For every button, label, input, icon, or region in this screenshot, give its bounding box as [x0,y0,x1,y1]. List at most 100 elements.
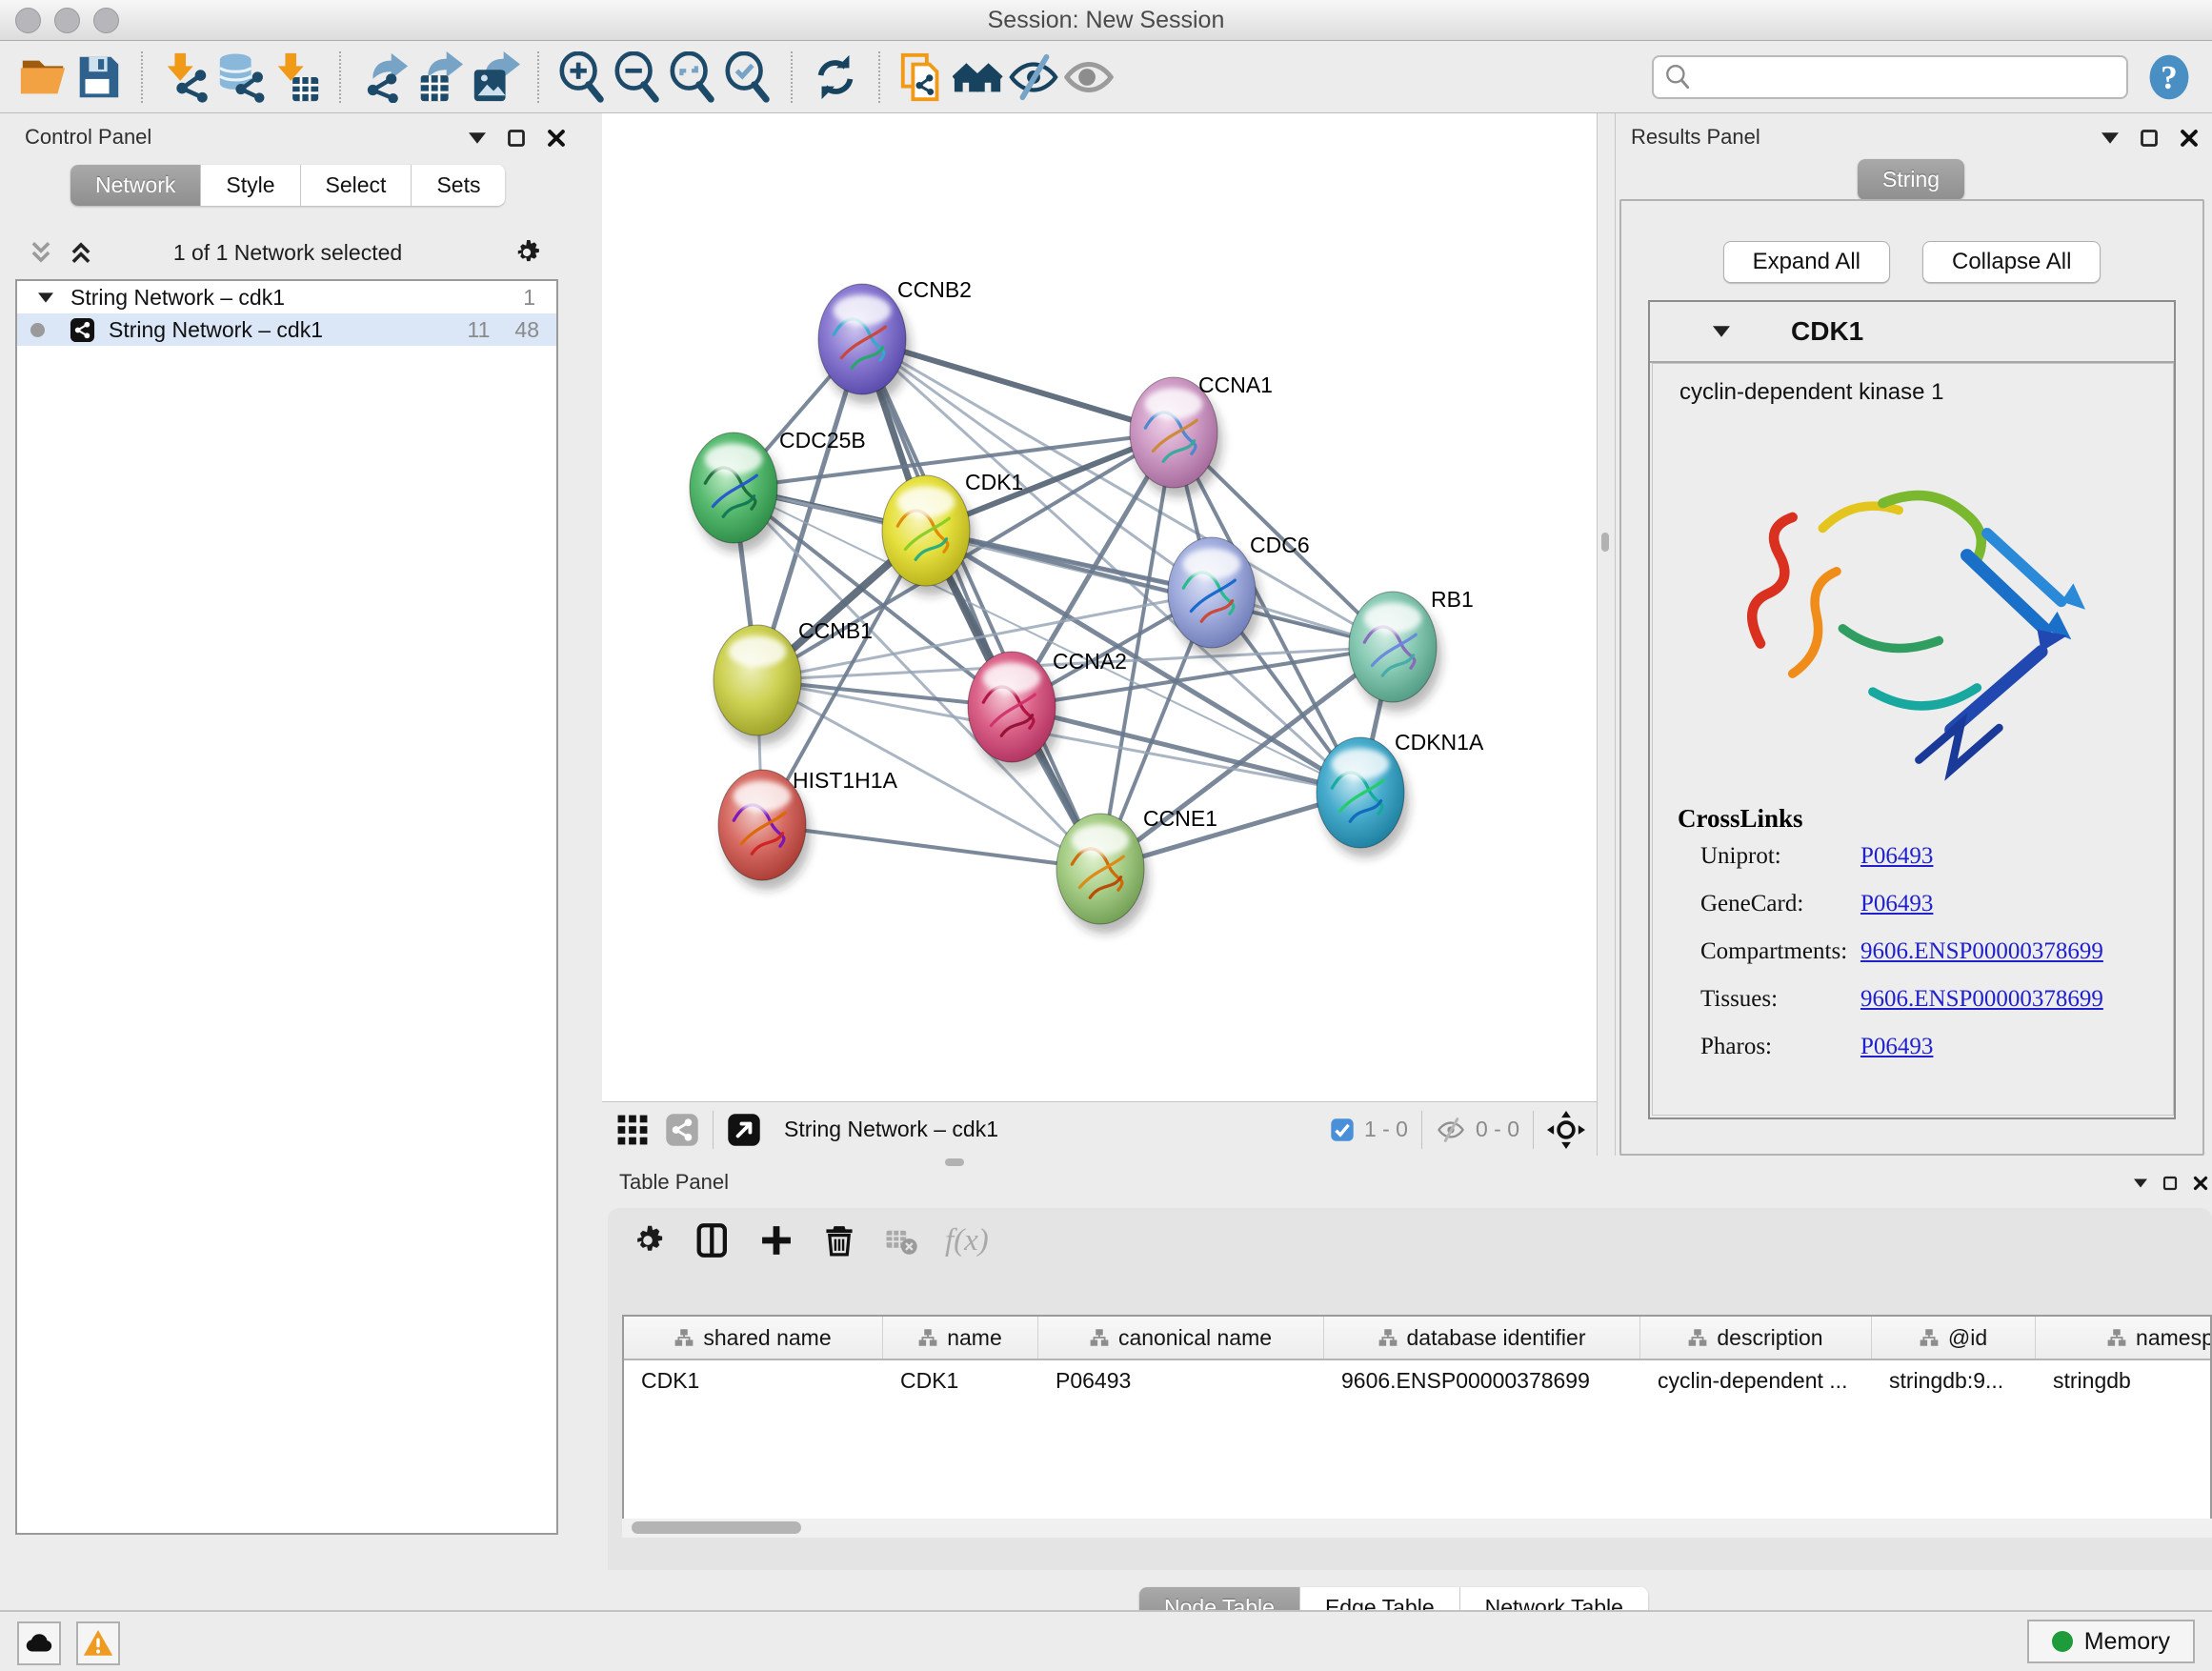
edge-CCNB2-CCNE1[interactable] [862,339,1100,869]
tab-select[interactable]: Select [301,165,412,206]
import-table-file-button[interactable] [269,49,324,106]
node-CCNA1[interactable]: CCNA1 [1130,372,1273,497]
save-session-button[interactable] [70,49,126,106]
svg-text:?: ? [2161,59,2178,96]
show-glass-button[interactable] [1061,49,1116,106]
zoom-in-button[interactable] [554,49,610,106]
tab-sets[interactable]: Sets [412,165,505,206]
save-icon [72,51,124,103]
add-column-icon[interactable] [758,1222,794,1258]
panel-close-icon[interactable] [2180,129,2199,148]
column-header-canonical-name[interactable]: canonical name [1038,1317,1324,1359]
show-columns-icon[interactable] [694,1221,732,1259]
tree-expander-icon[interactable] [38,292,53,303]
node-RB1[interactable]: RB1 [1349,587,1474,712]
cloud-status-button[interactable] [17,1621,61,1665]
apply-layout-button[interactable] [808,49,863,106]
panel-float-icon[interactable] [507,129,526,148]
panel-close-icon[interactable] [2193,1176,2208,1191]
export-network-button[interactable] [356,49,412,106]
column-header-description[interactable]: description [1640,1317,1872,1359]
panel-close-icon[interactable] [547,129,566,148]
clone-network-button[interactable] [895,49,951,106]
panel-float-icon[interactable] [2140,129,2159,148]
delete-table-icon [884,1223,918,1258]
column-label: shared name [703,1325,831,1351]
import-network-database-button[interactable] [213,49,269,106]
node-CDC6[interactable]: CDC6 [1168,533,1310,657]
network-collection-row[interactable]: String Network – cdk1 1 [17,281,556,313]
panel-menu-icon[interactable] [469,132,486,144]
toolbar-separator [141,51,143,103]
shared-column-icon [1090,1328,1109,1347]
column-header-shared-name[interactable]: shared name [624,1317,883,1359]
node-CCNA2[interactable]: CCNA2 [968,649,1127,772]
selected-checkbox-icon[interactable] [1330,1117,1355,1142]
toolbar-separator [339,51,341,103]
table-gear-icon[interactable] [629,1221,667,1259]
memory-button[interactable]: Memory [2027,1620,2195,1663]
panel-menu-icon[interactable] [2134,1178,2147,1188]
network-canvas[interactable]: CCNB2CCNA1CDC25BCDK1CDC6RB1CCNB1CCNA2CDK… [602,113,1597,1101]
export-image-button[interactable] [467,49,522,106]
hide-glass-button[interactable] [1006,49,1061,106]
node-label-CDC6: CDC6 [1250,533,1310,557]
toolbar-separator [878,51,880,103]
vertical-splitter[interactable] [1597,113,1616,1156]
crosshair-icon[interactable] [1547,1111,1585,1149]
expand-all-button[interactable]: Expand All [1723,241,1890,283]
node-HIST1H1A[interactable]: HIST1H1A [718,768,898,890]
export-table-icon [413,51,465,103]
open-in-new-icon[interactable] [727,1113,761,1147]
node-CCNB1[interactable]: CCNB1 [714,618,873,745]
tab-string[interactable]: String [1858,159,1964,200]
table-row[interactable]: CDK1CDK1P064939606.ENSP00000378699cyclin… [624,1360,2210,1400]
delete-column-icon[interactable] [821,1222,857,1258]
birds-eye-share-icon[interactable] [665,1113,699,1147]
export-table-button[interactable] [412,49,467,106]
node-CCNE1[interactable]: CCNE1 [1056,806,1217,934]
help-button[interactable]: ? [2142,49,2197,106]
node-CDKN1A[interactable]: CDKN1A [1317,730,1484,857]
splitter-handle[interactable] [945,1158,964,1166]
zoom-selected-button[interactable] [720,49,775,106]
warning-status-button[interactable] [76,1621,120,1665]
crosslink-link[interactable]: P06493 [1860,1034,1933,1060]
crosslink-link[interactable]: P06493 [1860,843,1933,870]
panel-float-icon[interactable] [2162,1176,2178,1191]
column-label: @id [1948,1325,1987,1351]
tab-network[interactable]: Network [70,165,201,206]
column-header-name[interactable]: name [883,1317,1038,1359]
zoom-fit-button[interactable] [665,49,720,106]
panel-menu-icon[interactable] [2101,132,2119,144]
import-network-file-button[interactable] [158,49,213,106]
node-label-CCNA2: CCNA2 [1053,649,1127,674]
column-label: database identifier [1407,1325,1586,1351]
tab-style[interactable]: Style [201,165,300,206]
table-cell: CDK1 [624,1360,883,1400]
horizontal-splitter[interactable] [602,1156,2212,1168]
edge-CDK1-RB1[interactable] [926,531,1393,647]
crosslink-link[interactable]: P06493 [1860,891,1933,917]
edge-HIST1H1A-CCNE1[interactable] [762,825,1100,869]
table-panel: Table Panel f(x) shared namenamecanonica… [602,1168,2212,1610]
open-session-button[interactable] [15,49,70,106]
collapse-section-icon[interactable] [1713,326,1730,337]
column-header-@id[interactable]: @id [1872,1317,2036,1359]
table-hscrollbar[interactable] [622,1519,2212,1538]
node-CCNB2[interactable]: CCNB2 [818,277,972,404]
crosslink-link[interactable]: 9606.ENSP00000378699 [1860,938,2103,965]
column-header-database-identifier[interactable]: database identifier [1324,1317,1640,1359]
collapse-all-button[interactable]: Collapse All [1922,241,2101,283]
zoom-out-button[interactable] [610,49,665,106]
hscroll-thumb[interactable] [632,1521,801,1534]
network-row[interactable]: String Network – cdk1 11 48 [17,313,556,346]
column-header-namespace[interactable]: namespace [2036,1317,2212,1359]
gene-header-row[interactable]: CDK1 [1650,302,2174,363]
splitter-handle[interactable] [1601,533,1609,552]
grid-view-icon[interactable] [615,1113,650,1147]
search-box[interactable] [1652,55,2128,99]
search-input[interactable] [1692,64,2117,91]
crosslink-link[interactable]: 9606.ENSP00000378699 [1860,986,2103,1013]
string-home-button[interactable] [951,49,1006,106]
